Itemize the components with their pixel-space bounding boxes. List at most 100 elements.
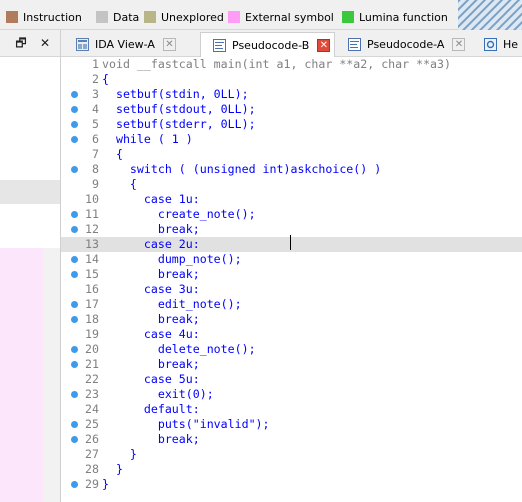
code-line[interactable]: 19 case 4u: xyxy=(61,327,522,342)
code-line[interactable]: 21 break; xyxy=(61,357,522,372)
navigation-band[interactable] xyxy=(458,0,522,30)
close-icon[interactable]: ✕ xyxy=(317,38,331,52)
line-number: 27 xyxy=(85,447,99,461)
legend-bar: Instruction Data Unexplored External sym… xyxy=(0,0,522,30)
legend-item-instruction: Instruction xyxy=(6,10,82,24)
code-text: dump_note(); xyxy=(102,252,242,266)
breakpoint-dot-icon[interactable] xyxy=(71,271,78,278)
breakpoint-dot-icon[interactable] xyxy=(71,421,78,428)
breakpoint-dot-icon[interactable] xyxy=(71,91,78,98)
breakpoint-dot-icon[interactable] xyxy=(71,436,78,443)
code-line[interactable]: 29} xyxy=(61,477,522,492)
code-line[interactable]: 6 while ( 1 ) xyxy=(61,132,522,147)
code-line[interactable]: 27 } xyxy=(61,447,522,462)
breakpoint-dot-icon[interactable] xyxy=(71,346,78,353)
code-line[interactable]: 28 } xyxy=(61,462,522,477)
legend-swatch-unexplored xyxy=(144,11,156,23)
line-number: 15 xyxy=(85,267,99,281)
line-number: 28 xyxy=(85,462,99,476)
code-line[interactable]: 23 exit(0); xyxy=(61,387,522,402)
close-icon[interactable]: ✕ xyxy=(452,37,466,51)
graph-icon xyxy=(76,37,89,51)
code-text: setbuf(stdout, 0LL); xyxy=(102,102,256,116)
line-number: 1 xyxy=(92,57,99,71)
code-line[interactable]: 15 break; xyxy=(61,267,522,282)
line-number: 5 xyxy=(92,117,99,131)
legend-swatch-data xyxy=(96,11,108,23)
code-line[interactable]: 26 break; xyxy=(61,432,522,447)
legend-swatch-lumina-function xyxy=(342,11,354,23)
line-number: 12 xyxy=(85,222,99,236)
line-number: 7 xyxy=(92,147,99,161)
code-text: break; xyxy=(102,432,200,446)
code-text: void __fastcall main(int a1, char **a2, … xyxy=(102,57,452,71)
breakpoint-dot-icon[interactable] xyxy=(71,166,78,173)
external-symbol-region xyxy=(0,248,43,502)
code-text: switch ( (unsigned int)askchoice() ) xyxy=(102,162,382,176)
code-line[interactable]: 13 case 2u: xyxy=(61,237,522,252)
code-text: setbuf(stdin, 0LL); xyxy=(102,87,249,101)
legend-item-lumina-function: Lumina function xyxy=(342,10,448,24)
code-line[interactable]: 7 { xyxy=(61,147,522,162)
left-panel-scrollbar[interactable] xyxy=(43,248,60,502)
tab-pseudocode-b[interactable]: Pseudocode-B ✕ xyxy=(200,32,336,57)
breakpoint-dot-icon[interactable] xyxy=(71,121,78,128)
code-text: break; xyxy=(102,357,200,371)
code-line[interactable]: 11 create_note(); xyxy=(61,207,522,222)
tab-hex-view[interactable]: He xyxy=(484,32,518,56)
left-panel: 🗗 ✕ xyxy=(0,30,61,502)
legend-item-data: Data xyxy=(96,10,139,24)
code-text: break; xyxy=(102,267,200,281)
legend-label-external-symbol: External symbol xyxy=(245,10,334,24)
breakpoint-dot-icon[interactable] xyxy=(71,226,78,233)
code-line[interactable]: 12 break; xyxy=(61,222,522,237)
tab-pseudocode-a[interactable]: Pseudocode-A ✕ xyxy=(348,32,466,56)
breakpoint-dot-icon[interactable] xyxy=(71,361,78,368)
code-line[interactable]: 17 edit_note(); xyxy=(61,297,522,312)
code-line[interactable]: 24 default: xyxy=(61,402,522,417)
breakpoint-dot-icon[interactable] xyxy=(71,391,78,398)
close-icon[interactable]: ✕ xyxy=(38,36,52,50)
tab-bar: IDA View-A ✕ Pseudocode-B ✕ Pseudocode-A… xyxy=(61,30,522,57)
breakpoint-dot-icon[interactable] xyxy=(71,106,78,113)
line-number: 9 xyxy=(92,177,99,191)
code-line[interactable]: 5 setbuf(stderr, 0LL); xyxy=(61,117,522,132)
line-number: 29 xyxy=(85,477,99,491)
close-icon[interactable]: ✕ xyxy=(162,37,176,51)
code-line[interactable]: 8 switch ( (unsigned int)askchoice() ) xyxy=(61,162,522,177)
code-line[interactable]: 4 setbuf(stdout, 0LL); xyxy=(61,102,522,117)
breakpoint-dot-icon[interactable] xyxy=(71,481,78,488)
line-number: 25 xyxy=(85,417,99,431)
line-number: 24 xyxy=(85,402,99,416)
line-number: 6 xyxy=(92,132,99,146)
code-text: break; xyxy=(102,222,200,236)
code-text: create_note(); xyxy=(102,207,256,221)
breakpoint-dot-icon[interactable] xyxy=(71,301,78,308)
breakpoint-dot-icon[interactable] xyxy=(71,256,78,263)
legend-swatch-external-symbol xyxy=(228,11,240,23)
breakpoint-dot-icon[interactable] xyxy=(71,316,78,323)
code-line[interactable]: 18 break; xyxy=(61,312,522,327)
legend-label-unexplored: Unexplored xyxy=(161,10,224,24)
code-line[interactable]: 2{ xyxy=(61,72,522,87)
restore-icon[interactable]: 🗗 xyxy=(14,36,28,50)
code-line[interactable]: 14 dump_note(); xyxy=(61,252,522,267)
code-line[interactable]: 1 void __fastcall main(int a1, char **a2,… xyxy=(61,57,522,72)
code-line[interactable]: 20 delete_note(); xyxy=(61,342,522,357)
code-line[interactable]: 10 case 1u: xyxy=(61,192,522,207)
code-line[interactable]: 25 puts("invalid"); xyxy=(61,417,522,432)
code-text: { xyxy=(102,177,137,191)
tab-ida-view-a[interactable]: IDA View-A ✕ xyxy=(76,32,176,56)
selected-function-row[interactable] xyxy=(0,180,60,204)
code-line[interactable]: 9 { xyxy=(61,177,522,192)
line-number: 2 xyxy=(92,72,99,86)
breakpoint-dot-icon[interactable] xyxy=(71,136,78,143)
code-text: case 2u: xyxy=(102,237,200,251)
code-line[interactable]: 16 case 3u: xyxy=(61,282,522,297)
line-number: 23 xyxy=(85,387,99,401)
code-line[interactable]: 22 case 5u: xyxy=(61,372,522,387)
breakpoint-dot-icon[interactable] xyxy=(71,211,78,218)
code-line[interactable]: 3 setbuf(stdin, 0LL); xyxy=(61,87,522,102)
code-text: case 1u: xyxy=(102,192,200,206)
pseudocode-view[interactable]: 29} 28 } 27 } 26 break; 25 puts("invalid"); 2… xyxy=(61,57,522,502)
